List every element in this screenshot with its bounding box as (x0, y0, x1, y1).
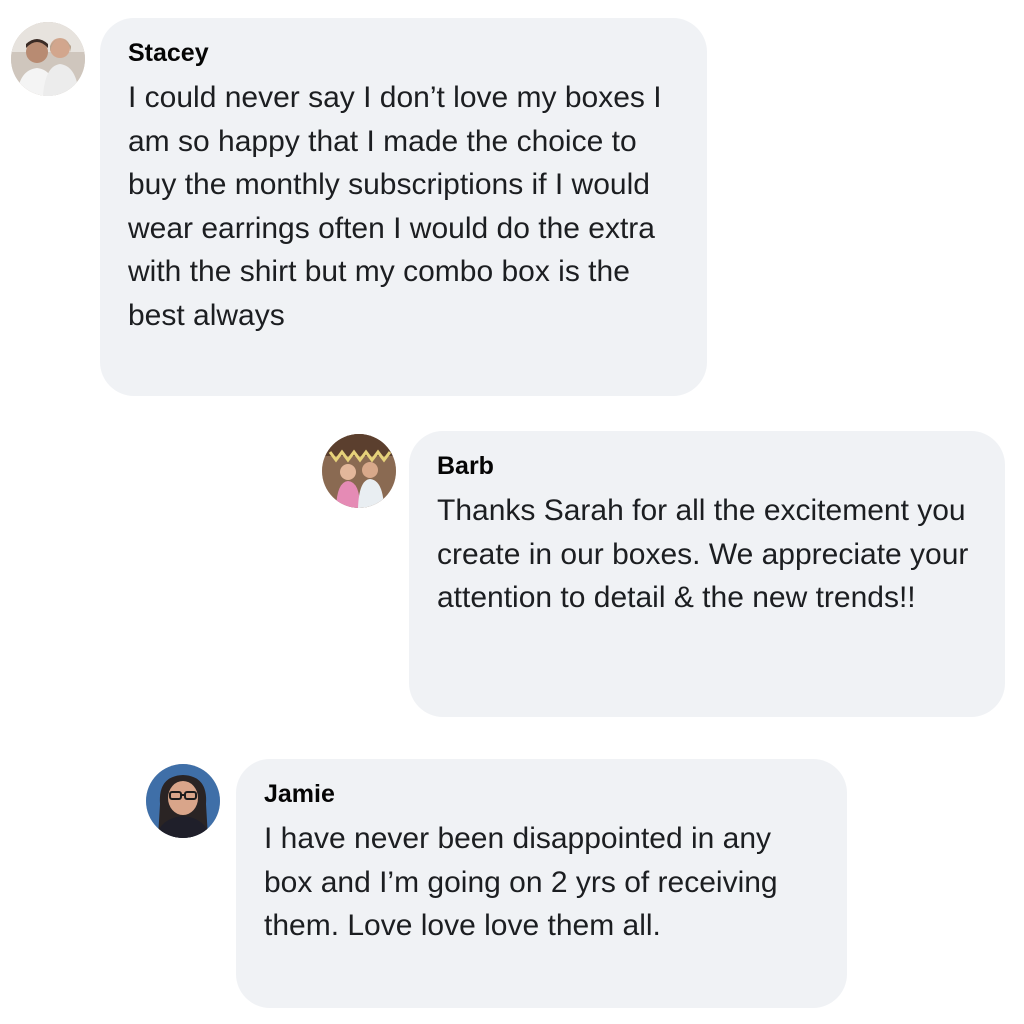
comment-bubble: Barb Thanks Sarah for all the excitement… (409, 431, 1005, 717)
comment-author[interactable]: Jamie (264, 779, 827, 809)
avatar-barb[interactable] (322, 434, 396, 508)
comment-bubble: Stacey I could never say I don’t love my… (100, 18, 707, 396)
avatar-jamie[interactable] (146, 764, 220, 838)
profile-photo-icon (11, 22, 85, 96)
comment-bubble: Jamie I have never been disappointed in … (236, 759, 847, 1008)
comment-text: I have never been disappointed in any bo… (264, 822, 778, 943)
comment-text: Thanks Sarah for all the excitement you … (437, 494, 969, 615)
profile-photo-icon (322, 434, 396, 508)
comment-author[interactable]: Barb (437, 451, 985, 481)
comment-author[interactable]: Stacey (128, 38, 687, 68)
profile-photo-icon (146, 764, 220, 838)
comment-text: I could never say I don’t love my boxes … (128, 81, 662, 332)
avatar-stacey[interactable] (11, 22, 85, 96)
